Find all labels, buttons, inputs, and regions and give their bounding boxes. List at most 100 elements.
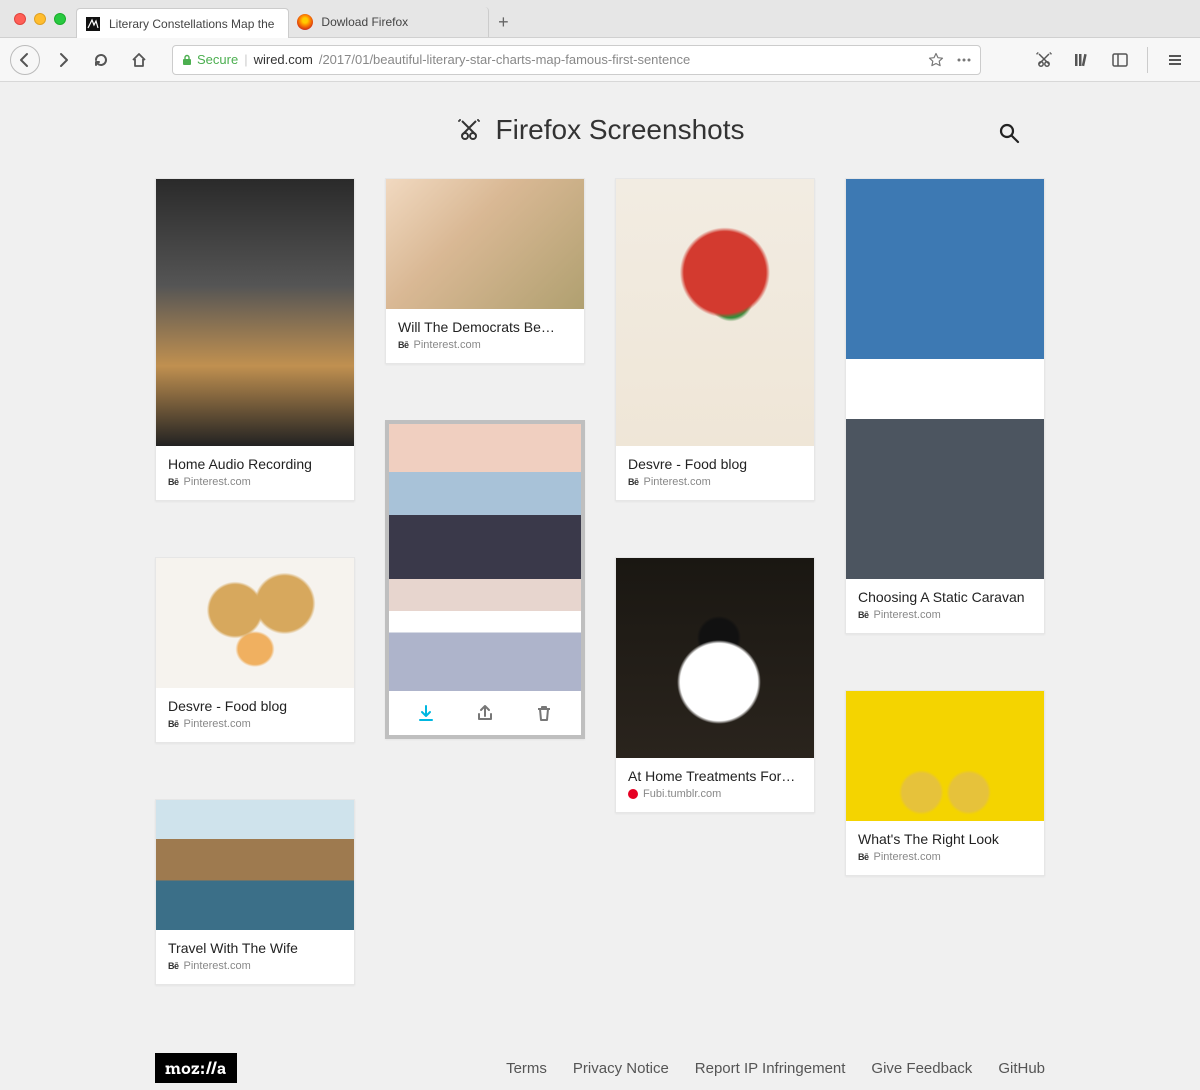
- url-bar[interactable]: Secure | wired.com/2017/01/beautiful-lit…: [172, 45, 981, 75]
- screenshot-card[interactable]: Desvre - Food blog Bē Pinterest.com: [155, 557, 355, 743]
- card-source-text: Pinterest.com: [644, 476, 711, 488]
- card-meta: At Home Treatments For… Fubi.tumblr.com: [616, 758, 814, 812]
- card-thumbnail: [156, 800, 354, 930]
- card-thumbnail: [846, 179, 1044, 579]
- tab-favicon-wired: [85, 16, 101, 32]
- sidebar-toggle-icon[interactable]: [1105, 45, 1135, 75]
- card-source: Fubi.tumblr.com: [628, 788, 802, 800]
- share-icon[interactable]: [475, 703, 495, 723]
- card-source-text: Pinterest.com: [414, 339, 481, 351]
- behance-icon: Bē: [858, 610, 869, 620]
- card-thumbnail: [616, 558, 814, 758]
- search-icon[interactable]: [998, 122, 1020, 144]
- card-thumbnail: [389, 424, 581, 691]
- card-meta: Desvre - Food blog Bē Pinterest.com: [616, 446, 814, 500]
- page-action-menu-icon[interactable]: [956, 52, 972, 68]
- mozilla-logo[interactable]: moz://a: [155, 1053, 237, 1083]
- page-content: Firefox Screenshots Home Audio Recording…: [0, 82, 1200, 1090]
- page-title: Firefox Screenshots: [456, 114, 745, 146]
- maximize-window-button[interactable]: [54, 13, 66, 25]
- footer-link[interactable]: Report IP Infringement: [695, 1060, 846, 1077]
- footer-link[interactable]: GitHub: [998, 1060, 1045, 1077]
- secure-indicator: Secure: [181, 52, 238, 67]
- card-thumbnail: [156, 179, 354, 446]
- behance-icon: Bē: [168, 719, 179, 729]
- screenshot-card[interactable]: Home Audio Recording Bē Pinterest.com: [155, 178, 355, 501]
- url-domain: wired.com: [254, 52, 313, 67]
- reload-button[interactable]: [86, 45, 116, 75]
- behance-icon: Bē: [168, 961, 179, 971]
- screenshots-toolbar-icon[interactable]: [1029, 45, 1059, 75]
- tab-strip: Literary Constellations Map the Dowload …: [76, 0, 517, 37]
- card-meta: Desvre - Food blog Bē Pinterest.com: [156, 688, 354, 742]
- card-meta: Travel With The Wife Bē Pinterest.com: [156, 930, 354, 984]
- titlebar: Literary Constellations Map the Dowload …: [0, 0, 1200, 38]
- close-window-button[interactable]: [14, 13, 26, 25]
- behance-icon: Bē: [628, 477, 639, 487]
- bookmark-star-icon[interactable]: [928, 52, 944, 68]
- card-source: Bē Pinterest.com: [628, 476, 802, 488]
- screenshot-card[interactable]: Desvre - Food blog Bē Pinterest.com: [615, 178, 815, 501]
- card-title: Will The Democrats Be…: [398, 319, 572, 335]
- card-title: Choosing A Static Caravan: [858, 589, 1032, 605]
- card-title: Desvre - Food blog: [168, 698, 342, 714]
- card-source: BēPinterest.com: [858, 851, 1032, 863]
- card-title: Travel With The Wife: [168, 940, 342, 956]
- card-source: Bē Pinterest.com: [398, 339, 572, 351]
- new-tab-button[interactable]: +: [489, 7, 517, 37]
- screenshot-card[interactable]: What's The Right Look BēPinterest.com: [845, 690, 1045, 876]
- back-button[interactable]: [10, 45, 40, 75]
- screenshot-card[interactable]: Will The Democrats Be… Bē Pinterest.com: [385, 178, 585, 364]
- hamburger-menu-icon[interactable]: [1160, 45, 1190, 75]
- window-controls: [14, 13, 66, 25]
- footer-link[interactable]: Give Feedback: [871, 1060, 972, 1077]
- cards-grid: Home Audio RecordingBēPinterest.comDesvr…: [155, 178, 1045, 1013]
- card-source: Bē Pinterest.com: [168, 476, 342, 488]
- footer-links: Terms Privacy Notice Report IP Infringemen…: [506, 1060, 1045, 1077]
- card-thumbnail: [386, 179, 584, 309]
- screenshots-logo-icon: [456, 117, 482, 143]
- lock-icon: [181, 54, 193, 66]
- library-icon[interactable]: [1067, 45, 1097, 75]
- forward-button[interactable]: [48, 45, 78, 75]
- card-source-text: Pinterest.com: [184, 960, 251, 972]
- download-icon[interactable]: [416, 703, 436, 723]
- card-thumbnail: [156, 558, 354, 688]
- card-title: Home Audio Recording: [168, 456, 342, 472]
- screenshot-card[interactable]: At Home Treatments For… Fubi.tumblr.com: [615, 557, 815, 813]
- pinterest-icon: [628, 789, 638, 799]
- card-source: Bē Pinterest.com: [168, 718, 342, 730]
- card-title: Desvre - Food blog: [628, 456, 802, 472]
- tab-0[interactable]: Literary Constellations Map the: [76, 8, 289, 38]
- trash-icon[interactable]: [534, 703, 554, 723]
- card-meta: Home Audio Recording Bē Pinterest.com: [156, 446, 354, 500]
- toolbar-divider: [1147, 47, 1148, 73]
- screenshot-card[interactable]: Travel With The Wife Bē Pinterest.com: [155, 799, 355, 985]
- footer-link[interactable]: Terms: [506, 1060, 547, 1077]
- page-footer: moz://a Terms Privacy Notice Report IP Inf…: [155, 1053, 1045, 1083]
- card-meta: Choosing A Static CaravanBēPinterest.com: [846, 579, 1044, 633]
- nav-toolbar: Secure | wired.com/2017/01/beautiful-lit…: [0, 38, 1200, 82]
- screenshot-card[interactable]: Choosing A Static CaravanBēPinterest.com: [845, 178, 1045, 634]
- card-source-text: Pinterest.com: [184, 718, 251, 730]
- card-source: Bē Pinterest.com: [168, 960, 342, 972]
- minimize-window-button[interactable]: [34, 13, 46, 25]
- card-title: What's The Right Look: [858, 831, 1032, 847]
- tab-label: Dowload Firefox: [321, 15, 408, 29]
- card-thumbnail: [846, 691, 1044, 821]
- card-meta: Will The Democrats Be… Bē Pinterest.com: [386, 309, 584, 363]
- card-title: At Home Treatments For…: [628, 768, 802, 784]
- url-path: /2017/01/beautiful-literary-star-charts-…: [319, 52, 690, 67]
- home-button[interactable]: [124, 45, 154, 75]
- card-source-text: Fubi.tumblr.com: [643, 788, 721, 800]
- card-meta: What's The Right Look BēPinterest.com: [846, 821, 1044, 875]
- card-thumbnail: [616, 179, 814, 446]
- behance-icon: Bē: [398, 340, 409, 350]
- tab-favicon-firefox: [297, 14, 313, 30]
- tab-1[interactable]: Dowload Firefox: [289, 7, 489, 37]
- card-source-text: Pinterest.com: [184, 476, 251, 488]
- behance-icon: Bē: [168, 477, 179, 487]
- footer-link[interactable]: Privacy Notice: [573, 1060, 669, 1077]
- behance-icon: Bē: [858, 852, 869, 862]
- screenshot-card[interactable]: [385, 420, 585, 739]
